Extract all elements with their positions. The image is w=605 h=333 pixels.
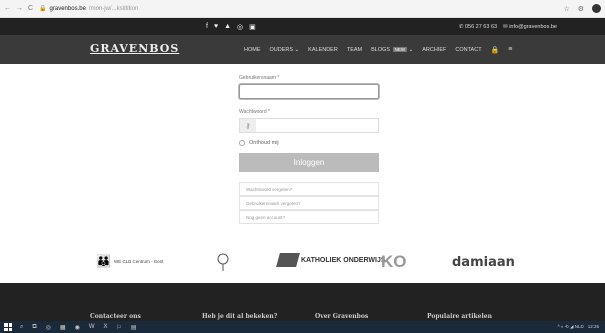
chrome-icon[interactable]: ◉ [75,324,80,331]
username-input[interactable] [239,84,379,99]
bookmark-star-icon[interactable]: ☆ [563,5,569,13]
chevron-down-icon: ⌄ [408,46,414,53]
menu: HOME OUDERS ⌄ KALENDER TEAM BLOGS NEW ⌄ … [244,46,512,54]
social-bar: f ♥ ▲ ◎ ▣ ✆ 056 27 63 63 ✉ info@gravenbo… [0,18,605,35]
windows-taskbar: ⌕ ⧉ ◎ ▦ ◉ W X ⚐ ▤ ^ ◐ ⟲ ◢ NLD 12:25 [0,321,605,333]
remember-label: Onthoud mij [249,140,279,146]
password-label: Wachtwoord * [239,109,270,115]
lock-icon: 🔒 [39,6,47,12]
clock[interactable]: 12:25 [588,324,599,330]
url-host: gravenbos.be [49,5,86,12]
profile-avatar[interactable] [592,4,601,13]
lock-icon[interactable]: 🔒 [491,46,500,54]
task-view-icon[interactable]: ⧉ [32,324,36,331]
username-label: Gebruikersnaam * [239,75,280,81]
site-logo[interactable]: GRAVENBOS [90,42,179,55]
back-icon[interactable]: ← [4,5,11,12]
forward-icon[interactable]: → [16,5,23,12]
forgot-password-link[interactable]: Wachtwoord vergeten? [239,182,379,196]
main-navigation: GRAVENBOS HOME OUDERS ⌄ KALENDER TEAM BL… [0,35,605,64]
new-badge: NEW [392,46,408,52]
people-icon: 👪 [96,254,111,268]
password-field[interactable]: ⚷ [239,118,379,133]
nav-item-contact[interactable]: CONTACT [455,47,481,53]
partner-ko-label: KATHOLIEK ONDERWIJS [301,256,386,264]
triangle-icon[interactable]: ▲ [224,23,231,31]
nav-item-ouders[interactable]: OUDERS ⌄ [270,47,300,53]
phone-link[interactable]: ✆ 056 27 63 63 [459,24,497,30]
login-form: Gebruikersnaam * Wachtwoord * ⚷ Onthoud … [239,75,379,224]
menu-icon[interactable]: ≡ [508,46,512,53]
reload-icon[interactable]: C [28,5,33,12]
partner-clb[interactable]: 👪 WE.CLB Centrum - Gent [96,254,163,268]
app-icon[interactable]: ▤ [131,324,137,331]
remember-me[interactable]: Onthoud mij [239,140,379,146]
nav-item-blogs-label: BLOGS [371,46,391,53]
system-tray: ^ ◐ ⟲ ◢ NLD 12:25 [558,324,599,330]
windows-start-icon[interactable] [4,323,12,331]
search-icon[interactable]: ⌕ [20,324,23,331]
key-icon: ⚷ [240,119,256,132]
footer-heading-populair: Populaire artikelen [427,313,492,320]
account-links: Wachtwoord vergeten? Gebruikersnaam verg… [239,182,379,224]
nav-item-blogs[interactable]: BLOGS NEW ⌄ [371,46,414,53]
nav-item-archief[interactable]: ARCHIEF [422,47,446,53]
partner-clb-label: WE.CLB Centrum - Gent [113,258,164,264]
nav-item-home[interactable]: HOME [244,47,261,53]
partner-ko[interactable]: KO [381,252,407,272]
word-icon[interactable]: W [89,324,95,330]
footer-heading-contact: Contacteer ons [90,313,141,320]
forgot-username-link[interactable]: Gebruikersnaam vergeten? [239,196,379,210]
taskbar-apps: ⌕ ⧉ ◎ ▦ ◉ W X ⚐ ▤ [20,324,137,331]
address-bar[interactable]: 🔒 gravenbos.be /mon-jw/...kstitition [39,5,139,13]
extension-icon[interactable]: ⚙ [578,5,584,13]
partner-ko-logo: KO [381,252,407,271]
login-button[interactable]: Inloggen [239,153,379,172]
partner-symbol[interactable] [216,252,230,272]
nav-item-kalender[interactable]: KALENDER [308,47,338,53]
instagram-icon[interactable]: ◎ [237,23,243,31]
flag-icon[interactable]: ⚐ [117,324,122,331]
edge-icon[interactable]: ◎ [46,324,51,331]
partner-damiaan-logo: damiaan [452,255,515,270]
badge-shape-icon [276,253,300,267]
social-icons: f ♥ ▲ ◎ ▣ [206,23,256,31]
symbol-logo-icon [217,253,229,271]
browser-toolbar: ← → C 🔒 gravenbos.be /mon-jw/...kstititi… [0,0,605,18]
partner-damiaan[interactable]: damiaan [452,255,515,270]
create-account-link[interactable]: Nog geen account? [239,210,379,224]
partner-logos: 👪 WE.CLB Centrum - Gent KATHOLIEK ONDERW… [0,252,605,276]
url-path: /mon-jw/...kstitition [88,5,139,12]
footer-heading-bekeken: Heb je dit al bekeken? [202,313,278,320]
browser-nav: ← → C [4,5,33,12]
footer-heading-over: Over Gravenbos [315,313,369,320]
footer: Contacteer ons Heb je dit al bekeken? Ov… [0,283,605,321]
remember-checkbox[interactable] [239,140,245,146]
contact-info: ✆ 056 27 63 63 ✉ info@gravenbos.be [459,24,557,30]
tray-icons[interactable]: ^ ◐ ⟲ ◢ NLD [558,324,584,330]
square-icon[interactable]: ▣ [249,23,256,31]
facebook-icon[interactable]: f [206,23,208,31]
email-link[interactable]: ✉ info@gravenbos.be [503,24,557,30]
explorer-icon[interactable]: ▦ [60,324,66,331]
partner-katholiek-onderwijs[interactable]: KATHOLIEK ONDERWIJS [276,253,386,267]
heart-icon[interactable]: ♥ [214,23,218,31]
nav-item-team[interactable]: TEAM [347,47,362,53]
excel-icon[interactable]: X [104,324,108,330]
